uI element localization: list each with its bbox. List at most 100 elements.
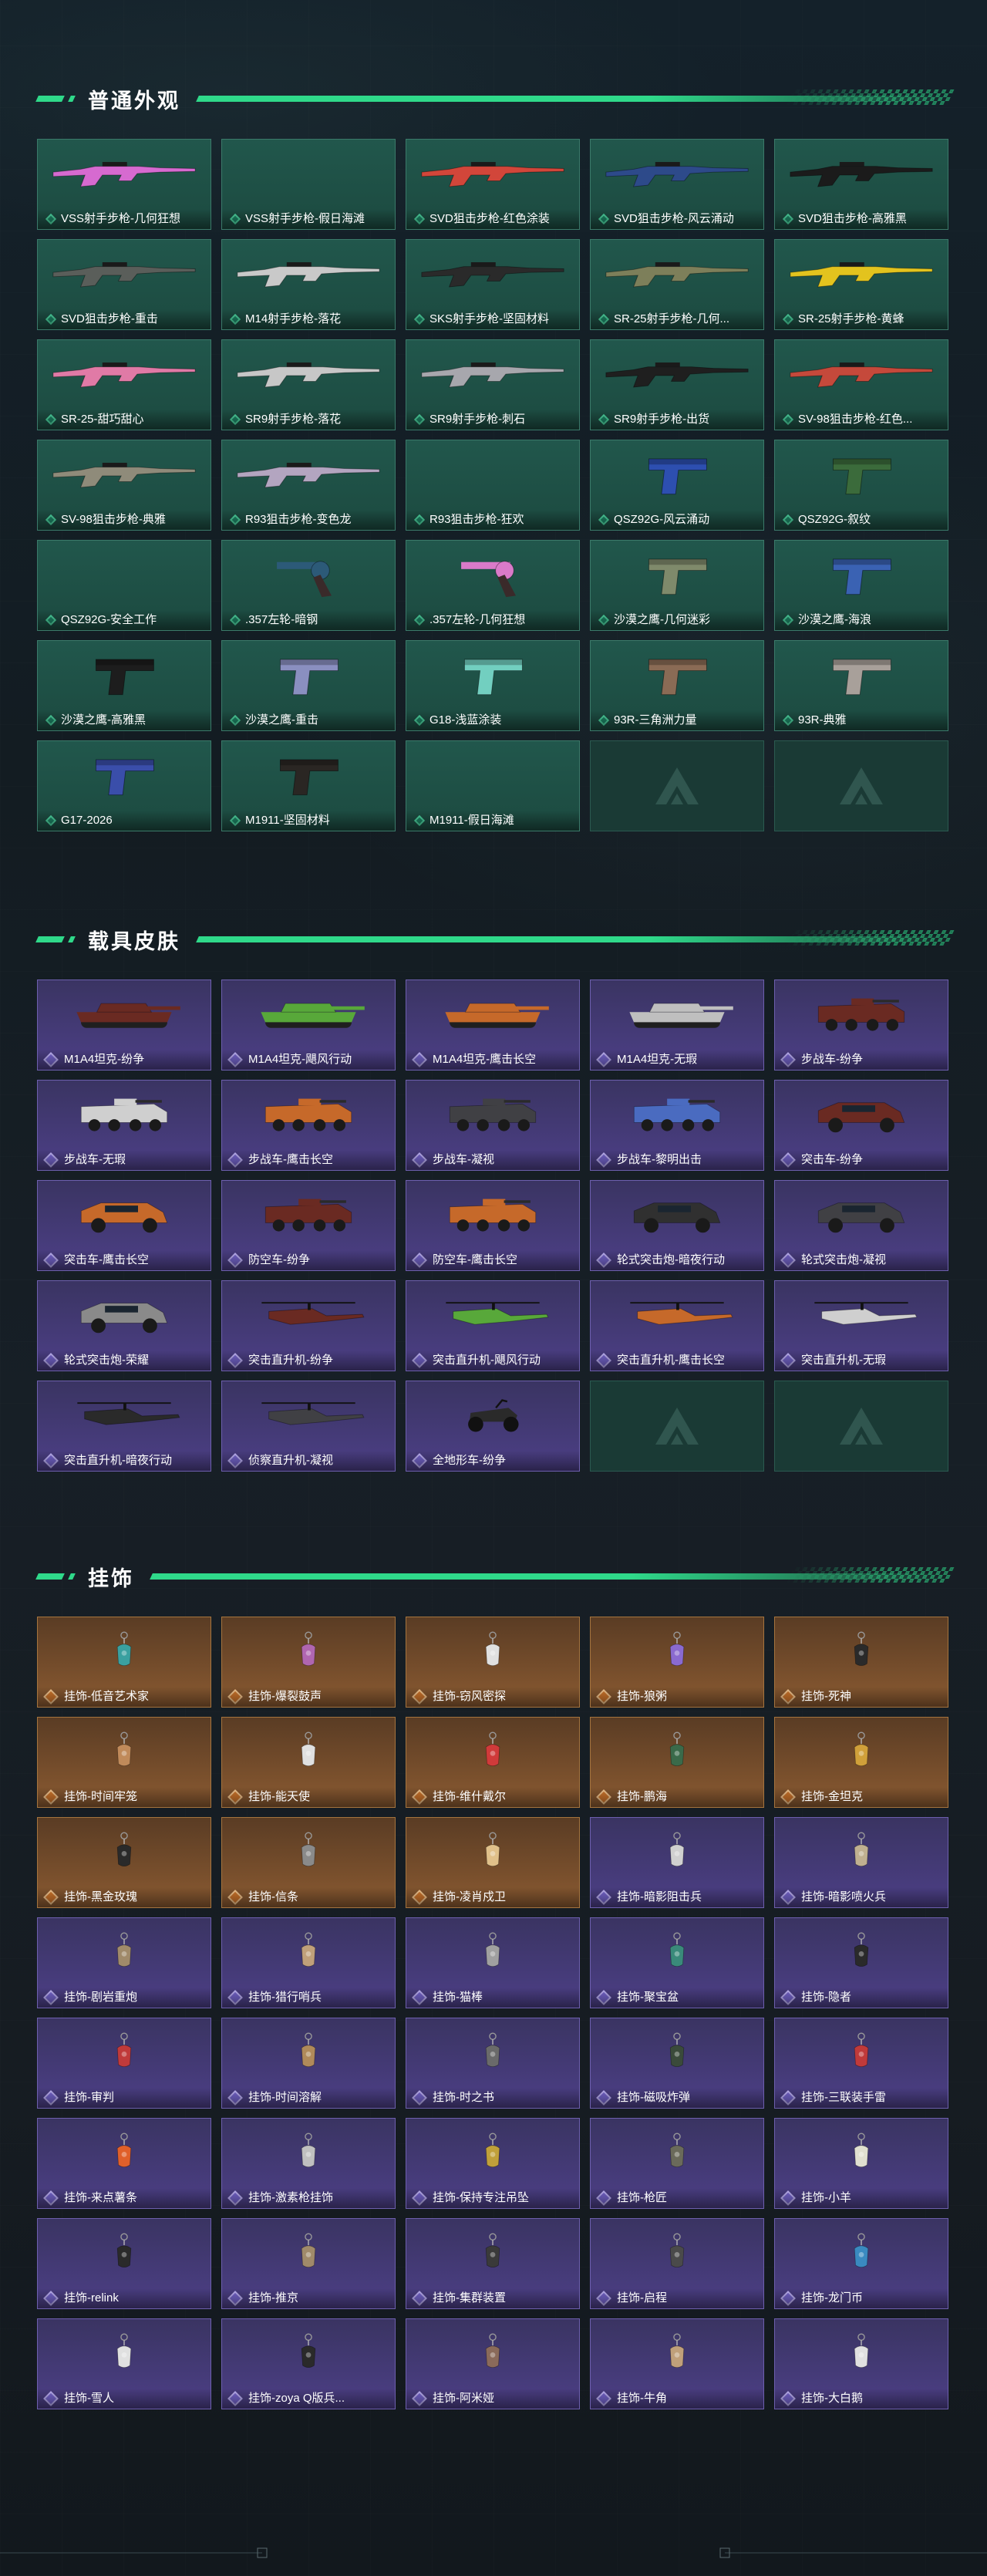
item-card[interactable]: SR9射手步枪-出货 xyxy=(590,339,764,430)
item-card[interactable]: 挂饰-隐者 xyxy=(774,1917,948,2008)
item-card[interactable]: SR9射手步枪-刺石 xyxy=(406,339,580,430)
item-label: 突击直升机-鹰击长空 xyxy=(591,1350,763,1371)
item-card[interactable]: 挂饰-时间牢笼 xyxy=(37,1717,211,1808)
item-card[interactable]: 步战车-纷争 xyxy=(774,979,948,1071)
item-card[interactable]: R93狙击步枪-狂欢 xyxy=(406,440,580,531)
item-card[interactable]: 挂饰-死神 xyxy=(774,1617,948,1708)
item-card[interactable]: M1911-假日海滩 xyxy=(406,740,580,831)
item-card[interactable]: 93R-典雅 xyxy=(774,640,948,731)
item-card[interactable]: 挂饰-猫棒 xyxy=(406,1917,580,2008)
item-card[interactable]: 挂饰-龙门币 xyxy=(774,2218,948,2309)
item-card[interactable]: SVD狙击步枪-重击 xyxy=(37,239,211,330)
item-card[interactable]: M1A4坦克-无瑕 xyxy=(590,979,764,1071)
item-card[interactable]: 挂饰-枪匠 xyxy=(590,2118,764,2209)
item-card[interactable]: 挂饰-阿米娅 xyxy=(406,2318,580,2409)
item-card[interactable]: 步战车-黎明出击 xyxy=(590,1080,764,1171)
charm-icon xyxy=(789,1830,934,1875)
item-card[interactable]: 挂饰-能天使 xyxy=(221,1717,396,1808)
item-label: .357左轮-暗钢 xyxy=(222,610,395,630)
item-card[interactable]: 沙漠之鹰-高雅黑 xyxy=(37,640,211,731)
item-card[interactable]: 挂饰-磁吸炸弹 xyxy=(590,2018,764,2109)
item-card[interactable]: 突击直升机-无瑕 xyxy=(774,1280,948,1371)
item-card[interactable]: SR9射手步枪-落花 xyxy=(221,339,396,430)
item-card[interactable]: 防空车-鹰击长空 xyxy=(406,1180,580,1271)
item-card[interactable]: 挂饰-审判 xyxy=(37,2018,211,2109)
item-card[interactable]: 挂饰-鹏海 xyxy=(590,1717,764,1808)
item-card[interactable]: 挂饰-relink xyxy=(37,2218,211,2309)
item-card[interactable]: 侦察直升机-凝视 xyxy=(221,1381,396,1472)
item-card[interactable]: 挂饰-窃风密探 xyxy=(406,1617,580,1708)
item-card[interactable]: 挂饰-黑金玫瑰 xyxy=(37,1817,211,1908)
item-card[interactable]: M1A4坦克-纷争 xyxy=(37,979,211,1071)
item-card[interactable]: .357左轮-几何狂想 xyxy=(406,540,580,631)
item-card[interactable]: G18-浅蓝涂装 xyxy=(406,640,580,731)
item-card[interactable]: 挂饰-维什戴尔 xyxy=(406,1717,580,1808)
item-card[interactable]: 沙漠之鹰-几何迷彩 xyxy=(590,540,764,631)
item-card[interactable]: 挂饰-金坦克 xyxy=(774,1717,948,1808)
item-card[interactable]: VSS射手步枪-假日海滩 xyxy=(221,139,396,230)
item-card[interactable]: SKS射手步枪-坚固材料 xyxy=(406,239,580,330)
item-card[interactable]: 挂饰-时间溶解 xyxy=(221,2018,396,2109)
item-card[interactable]: M1A4坦克-飓风行动 xyxy=(221,979,396,1071)
item-card[interactable]: 沙漠之鹰-重击 xyxy=(221,640,396,731)
item-card[interactable]: 93R-三角洲力量 xyxy=(590,640,764,731)
item-card[interactable]: 防空车-纷争 xyxy=(221,1180,396,1271)
item-card[interactable]: G17-2026 xyxy=(37,740,211,831)
item-card[interactable]: 挂饰-猎行哨兵 xyxy=(221,1917,396,2008)
item-card[interactable]: QSZ92G-风云涌动 xyxy=(590,440,764,531)
item-card[interactable]: 轮式突击炮-凝视 xyxy=(774,1180,948,1271)
item-card[interactable]: QSZ92G-叙纹 xyxy=(774,440,948,531)
item-card[interactable]: 挂饰-暗影阻击兵 xyxy=(590,1817,764,1908)
item-card[interactable]: 步战车-鹰击长空 xyxy=(221,1080,396,1171)
item-card[interactable]: 挂饰-推京 xyxy=(221,2218,396,2309)
item-card[interactable]: VSS射手步枪-几何狂想 xyxy=(37,139,211,230)
item-card[interactable]: 挂饰-启程 xyxy=(590,2218,764,2309)
item-card[interactable]: SR-25-甜巧甜心 xyxy=(37,339,211,430)
item-card[interactable]: 挂饰-三联装手雷 xyxy=(774,2018,948,2109)
item-card[interactable]: SV-98狙击步枪-典雅 xyxy=(37,440,211,531)
item-card[interactable]: 挂饰-zoya Q版兵... xyxy=(221,2318,396,2409)
item-card[interactable]: SVD狙击步枪-风云涌动 xyxy=(590,139,764,230)
item-card[interactable]: .357左轮-暗钢 xyxy=(221,540,396,631)
item-card[interactable]: 挂饰-集群装置 xyxy=(406,2218,580,2309)
item-card[interactable]: SVD狙击步枪-红色涂装 xyxy=(406,139,580,230)
item-card[interactable]: SVD狙击步枪-高雅黑 xyxy=(774,139,948,230)
item-card[interactable]: 挂饰-凌肖戍卫 xyxy=(406,1817,580,1908)
item-card[interactable]: 全地形车-纷争 xyxy=(406,1381,580,1472)
item-card[interactable]: SR-25射手步枪-黄蜂 xyxy=(774,239,948,330)
item-card[interactable]: 挂饰-剧岩重炮 xyxy=(37,1917,211,2008)
item-card[interactable]: QSZ92G-安全工作 xyxy=(37,540,211,631)
item-card[interactable]: 挂饰-狼粥 xyxy=(590,1617,764,1708)
item-card[interactable]: 轮式突击炮-荣耀 xyxy=(37,1280,211,1371)
item-card[interactable]: 步战车-凝视 xyxy=(406,1080,580,1171)
item-card[interactable]: 挂饰-信条 xyxy=(221,1817,396,1908)
item-card[interactable]: 挂饰-激素枪挂饰 xyxy=(221,2118,396,2209)
item-card[interactable]: 突击车-纷争 xyxy=(774,1080,948,1171)
item-card[interactable]: R93狙击步枪-变色龙 xyxy=(221,440,396,531)
item-card[interactable]: M1911-坚固材料 xyxy=(221,740,396,831)
item-card[interactable]: SV-98狙击步枪-红色... xyxy=(774,339,948,430)
item-card[interactable]: 挂饰-小羊 xyxy=(774,2118,948,2209)
item-card[interactable]: 挂饰-大白鹅 xyxy=(774,2318,948,2409)
item-card[interactable]: 突击直升机-纷争 xyxy=(221,1280,396,1371)
item-card[interactable]: SR-25射手步枪-几何... xyxy=(590,239,764,330)
item-card[interactable]: 挂饰-爆裂鼓声 xyxy=(221,1617,396,1708)
item-card[interactable]: 挂饰-暗影喷火兵 xyxy=(774,1817,948,1908)
item-card[interactable]: 挂饰-牛角 xyxy=(590,2318,764,2409)
item-card[interactable]: 突击直升机-鹰击长空 xyxy=(590,1280,764,1371)
item-card[interactable]: 沙漠之鹰-海浪 xyxy=(774,540,948,631)
heli-icon xyxy=(789,1293,934,1338)
item-card[interactable]: M14射手步枪-落花 xyxy=(221,239,396,330)
item-card[interactable]: 挂饰-保持专注吊坠 xyxy=(406,2118,580,2209)
item-card[interactable]: 轮式突击炮-暗夜行动 xyxy=(590,1180,764,1271)
item-card[interactable]: 挂饰-来点薯条 xyxy=(37,2118,211,2209)
item-card[interactable]: 挂饰-低音艺术家 xyxy=(37,1617,211,1708)
item-card[interactable]: M1A4坦克-鹰击长空 xyxy=(406,979,580,1071)
item-card[interactable]: 挂饰-时之书 xyxy=(406,2018,580,2109)
item-card[interactable]: 突击直升机-暗夜行动 xyxy=(37,1381,211,1472)
item-card[interactable]: 步战车-无瑕 xyxy=(37,1080,211,1171)
item-card[interactable]: 挂饰-雪人 xyxy=(37,2318,211,2409)
item-card[interactable]: 突击车-鹰击长空 xyxy=(37,1180,211,1271)
item-card[interactable]: 挂饰-聚宝盆 xyxy=(590,1917,764,2008)
item-card[interactable]: 突击直升机-飓风行动 xyxy=(406,1280,580,1371)
